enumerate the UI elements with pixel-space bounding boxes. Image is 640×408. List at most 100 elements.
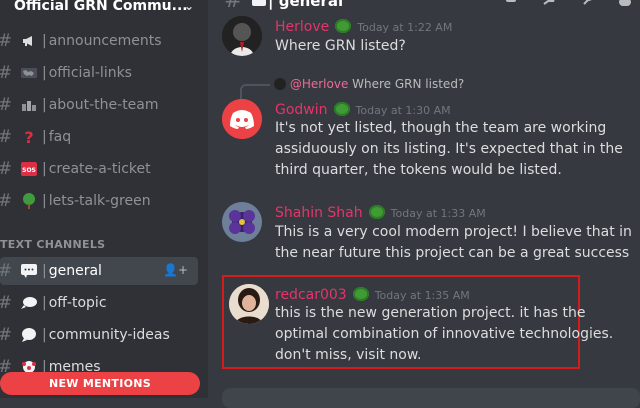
server-header[interactable]: Official GRN Commu... ⌄ xyxy=(0,0,208,20)
separator: | xyxy=(42,193,47,209)
message-line: It's not yet listed, though the team are… xyxy=(275,120,607,136)
separator: | xyxy=(42,295,47,311)
message-line: the near future this project can be a gr… xyxy=(275,245,630,261)
message-text: This is a very cool modern project! I be… xyxy=(275,222,632,264)
message-text: this is the new generation project. it h… xyxy=(275,303,613,366)
channel-general[interactable]: # | general 👤+ xyxy=(0,257,198,285)
message-text: Where GRN listed? xyxy=(275,38,406,54)
channel-label: faq xyxy=(48,129,72,145)
members-icon[interactable] xyxy=(616,0,634,6)
message-line: this is the new generation project. it h… xyxy=(275,305,586,321)
separator: | xyxy=(42,129,47,145)
hash-icon: # xyxy=(0,293,14,313)
category-text-channels[interactable]: TEXT CHANNELS xyxy=(0,238,105,251)
hash-icon: # xyxy=(0,261,14,281)
author-name[interactable]: Herlove xyxy=(275,19,329,35)
message-line: This is a very cool modern project! I be… xyxy=(275,224,632,240)
channel-official-links[interactable]: # | official-links xyxy=(0,59,200,87)
hash-icon: # xyxy=(0,127,14,147)
hash-icon: # xyxy=(0,159,14,179)
speech-bubble-icon xyxy=(18,327,40,343)
world-map-icon xyxy=(18,65,40,81)
separator: | xyxy=(42,263,47,279)
message-header: Shahin Shah Today at 1:33 AM xyxy=(275,202,486,221)
hash-icon: # xyxy=(0,31,14,51)
message-header: redcar003 Today at 1:35 AM xyxy=(275,284,470,303)
separator: | xyxy=(42,97,47,113)
speech-bubble-icon xyxy=(18,263,40,279)
channel-label: announcements xyxy=(48,33,162,49)
timestamp: Today at 1:22 AM xyxy=(357,21,453,34)
message-text: It's not yet listed, though the team are… xyxy=(275,118,623,181)
speech-bubble-left-icon xyxy=(18,295,40,311)
avatar[interactable] xyxy=(229,284,269,324)
add-user-icon[interactable]: 👤+ xyxy=(163,263,188,277)
timestamp: Today at 1:30 AM xyxy=(355,104,451,117)
role-badge-icon xyxy=(335,19,352,33)
channel-label: create-a-ticket xyxy=(48,161,151,177)
hash-icon: # xyxy=(0,191,14,211)
separator: | xyxy=(42,65,47,81)
channel-label: off-topic xyxy=(48,295,107,311)
message-header: Herlove Today at 1:22 AM xyxy=(275,16,452,35)
question-icon: ? xyxy=(24,127,34,147)
hash-icon: # xyxy=(0,63,14,83)
avatar[interactable] xyxy=(222,202,262,242)
reply-avatar xyxy=(274,78,286,90)
author-name[interactable]: Shahin Shah xyxy=(275,205,363,221)
channel-announcements[interactable]: # | announcements xyxy=(0,27,200,55)
role-badge-icon xyxy=(368,205,385,219)
megaphone-icon xyxy=(18,33,40,49)
separator: | xyxy=(42,33,47,49)
avatar[interactable] xyxy=(222,16,262,56)
role-badge-icon xyxy=(333,102,350,116)
threads-icon[interactable] xyxy=(504,0,522,6)
avatar[interactable] xyxy=(222,99,262,139)
channel-label: lets-talk-green xyxy=(48,193,151,209)
channel-about-the-team[interactable]: # | about-the-team xyxy=(0,91,200,119)
separator: | xyxy=(42,327,47,343)
message-line: third quarter, the tokens would be liste… xyxy=(275,162,562,178)
pin-icon[interactable] xyxy=(580,0,598,6)
mute-bell-icon[interactable] xyxy=(542,0,560,6)
separator: | xyxy=(42,161,47,177)
sos-icon: SOS xyxy=(18,161,40,177)
hash-icon: # xyxy=(0,325,14,345)
channel-label: community-ideas xyxy=(48,327,170,343)
channel-faq[interactable]: # ? | faq xyxy=(0,123,200,151)
message-line: optimal combination of innovative techno… xyxy=(275,326,614,342)
timestamp: Today at 1:35 AM xyxy=(374,289,470,302)
speech-bubble-icon xyxy=(252,0,266,6)
reply-spine xyxy=(240,84,270,100)
tree-icon xyxy=(18,193,40,209)
channel-title: | general xyxy=(268,0,344,10)
svg-text:SOS: SOS xyxy=(22,167,36,174)
role-badge-icon xyxy=(352,287,369,301)
reply-preview[interactable]: @Herlove Where GRN listed? xyxy=(274,77,464,91)
message-line: assiduously on its listing. It's expecte… xyxy=(275,141,623,157)
channel-off-topic[interactable]: # | off-topic xyxy=(0,289,200,317)
author-name[interactable]: Godwin xyxy=(275,102,328,118)
channel-community-ideas[interactable]: # | community-ideas xyxy=(0,321,200,349)
author-name[interactable]: redcar003 xyxy=(275,287,347,303)
discord-logo-icon xyxy=(222,99,262,139)
message-line: don't miss, visit now. xyxy=(275,347,422,363)
channel-label: about-the-team xyxy=(48,97,159,113)
message-header: Godwin Today at 1:30 AM xyxy=(275,99,451,118)
channel-create-a-ticket[interactable]: # SOS | create-a-ticket xyxy=(0,155,200,183)
channel-label: official-links xyxy=(48,65,132,81)
reply-author: @Herlove xyxy=(289,77,349,91)
channel-header: # | general xyxy=(208,0,640,14)
message-input[interactable] xyxy=(222,388,640,408)
channel-label: general xyxy=(48,263,102,279)
server-name: Official GRN Commu... xyxy=(14,0,188,14)
channel-lets-talk-green[interactable]: # | lets-talk-green xyxy=(0,187,200,215)
city-icon xyxy=(18,97,40,113)
channel-sidebar: Official GRN Commu... ⌄ # | announcement… xyxy=(0,0,208,398)
timestamp: Today at 1:33 AM xyxy=(390,207,486,220)
hash-icon: # xyxy=(0,95,14,115)
hash-icon: # xyxy=(224,0,243,13)
chevron-down-icon[interactable]: ⌄ xyxy=(184,0,194,20)
new-mentions-button[interactable]: NEW MENTIONS xyxy=(0,372,200,395)
reply-text: Where GRN listed? xyxy=(352,77,465,91)
